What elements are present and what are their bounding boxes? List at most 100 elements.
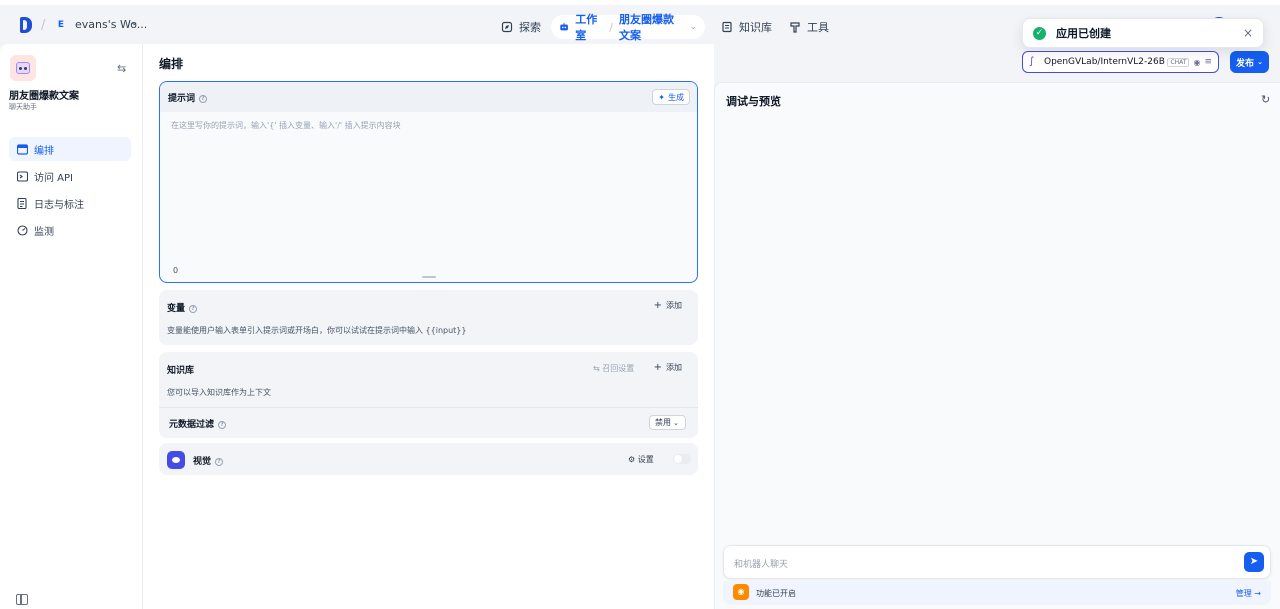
metadata-filter-value: 禁用	[655, 418, 671, 427]
generate-label: 生成	[668, 92, 684, 102]
terminal-icon	[17, 170, 28, 182]
send-icon: ➤	[1249, 556, 1259, 567]
breadcrumb-separator: /	[41, 18, 46, 33]
recall-settings-button[interactable]: ⇆ 召回设置	[593, 363, 634, 374]
nav-studio[interactable]: 工作室 / 朋友圈爆款文案 ⌄	[551, 13, 705, 42]
sidebar-item-label: 监测	[34, 226, 54, 238]
sidebar-collapse-icon[interactable]	[16, 594, 28, 605]
feature-status: 功能已开启	[756, 589, 796, 598]
debug-preview-panel: 调试与预览 ↻ 和机器人聊天 ➤ ◉ 功能已开启 管理 →	[714, 82, 1280, 609]
hammer-icon	[790, 22, 800, 33]
resize-handle[interactable]	[422, 276, 436, 278]
plus-icon: +	[653, 362, 662, 373]
publish-button[interactable]: 发布 ⌄	[1230, 51, 1269, 73]
sparkle-icon: ✦	[658, 92, 665, 102]
help-icon[interactable]: ?	[218, 420, 227, 429]
eye-icon	[167, 451, 185, 469]
book-icon	[722, 21, 732, 33]
sliders-icon: ⇆	[593, 364, 603, 373]
chevron-down-icon[interactable]: ⌄	[689, 22, 697, 32]
sliders-icon[interactable]: ≡	[1204, 57, 1212, 67]
gear-icon: ⚙	[628, 455, 638, 464]
monitor-icon	[17, 224, 28, 236]
prompt-placeholder[interactable]: 在这里写你的提示词，输入'{' 插入变量、输入'/' 插入提示内容块	[171, 120, 401, 131]
plus-icon: +	[653, 300, 662, 311]
add-knowledge-button[interactable]: + 添加	[654, 362, 682, 373]
help-icon[interactable]: ?	[215, 457, 224, 466]
workspace-badge[interactable]: E	[54, 18, 68, 32]
robot-icon	[16, 62, 30, 74]
debug-title: 调试与预览	[726, 95, 781, 108]
log-icon	[17, 197, 27, 209]
editor-panel: 编排 提示词? ✦ 生成 在这里写你的提示词，输入'{' 插入变量、输入'/' …	[143, 44, 714, 609]
app-type: 聊天助手	[9, 103, 37, 111]
vision-title-text: 视觉	[193, 457, 212, 467]
chevron-down-icon: ⌄	[1257, 58, 1263, 66]
check-circle-icon: ✓	[1033, 26, 1046, 40]
toast-message: 应用已创建	[1056, 27, 1111, 40]
vision-toggle[interactable]	[673, 454, 691, 464]
success-toast: ✓ 应用已创建 ×	[1022, 18, 1264, 48]
chevron-down-icon[interactable]: ⌄	[130, 17, 138, 28]
page-title: 编排	[159, 57, 184, 71]
nav-knowledge-label: 知识库	[739, 21, 772, 34]
close-icon[interactable]: ×	[1243, 26, 1253, 40]
recall-label: 召回设置	[602, 364, 635, 373]
refresh-icon[interactable]: ↻	[1261, 93, 1270, 106]
variables-description: 变量能使用户输入表单引入提示词或开场白，你可以试试在提示词中输入 {{input…	[167, 326, 467, 335]
vision-settings-button[interactable]: ⚙ 设置	[628, 454, 654, 465]
manage-label: 管理	[1235, 589, 1252, 598]
model-mode-badge: CHAT	[1167, 57, 1190, 67]
variables-card: 变量? + 添加 变量能使用户输入表单引入提示词或开场白，你可以试试在提示词中输入…	[159, 290, 698, 345]
knowledge-description: 您可以导入知识库作为上下文	[167, 388, 271, 397]
sidebar-item-label: 访问 API	[34, 172, 73, 184]
app-name: 朋友圈爆款文案	[9, 91, 79, 102]
metadata-filter-label: 元数据过滤?	[169, 417, 227, 430]
variables-title: 变量?	[167, 301, 198, 314]
nav-tools[interactable]: 工具	[789, 15, 829, 39]
breadcrumb-separator: /	[609, 20, 613, 34]
prompt-label: 提示词?	[168, 91, 208, 104]
nav-explore[interactable]: 探索	[501, 15, 541, 39]
sidebar-item-logs[interactable]: 日志与标注	[9, 191, 131, 215]
publish-label: 发布	[1236, 58, 1255, 69]
feature-bar: ◉ 功能已开启 管理 →	[723, 581, 1271, 605]
nav-studio-label: 工作室	[575, 13, 598, 42]
knowledge-title: 知识库	[167, 366, 195, 376]
send-button[interactable]: ➤	[1244, 552, 1264, 572]
chevron-down-icon: ⌄	[673, 419, 679, 427]
manage-link[interactable]: 管理 →	[1236, 588, 1261, 599]
nav-knowledge[interactable]: 知识库	[721, 15, 772, 39]
help-icon[interactable]: ?	[199, 94, 208, 103]
model-name: OpenGVLab/InternVL2-26B	[1044, 57, 1165, 67]
sidebar: ⇆ 朋友圈爆款文案 聊天助手 编排 访问 API 日志与标注 监测	[0, 44, 143, 609]
chat-input[interactable]: 和机器人聊天 ➤	[723, 545, 1271, 579]
current-app-crumb[interactable]: 朋友圈爆款文案	[619, 11, 684, 43]
help-icon[interactable]: ?	[189, 304, 198, 313]
model-selector[interactable]: ∫ OpenGVLab/InternVL2-26B CHAT ◉ ≡	[1022, 51, 1219, 73]
sidebar-item-label: 编排	[34, 145, 54, 157]
prompt-editor[interactable]: 提示词? ✦ 生成 在这里写你的提示词，输入'{' 插入变量、输入'/' 插入提…	[159, 81, 698, 283]
nav-explore-label: 探索	[519, 21, 541, 34]
variables-title-text: 变量	[167, 304, 186, 314]
prompt-header: 提示词? ✦ 生成	[160, 82, 697, 112]
generate-button[interactable]: ✦ 生成	[652, 89, 690, 105]
settings-sliders-icon[interactable]: ⇆	[117, 62, 129, 75]
nav-tools-label: 工具	[807, 21, 829, 34]
prompt-label-text: 提示词	[168, 94, 196, 104]
sidebar-item-api[interactable]: 访问 API	[9, 164, 131, 188]
vision-card: 视觉? ⚙ 设置	[159, 443, 698, 475]
sidebar-item-label: 日志与标注	[34, 199, 84, 211]
prompt-char-count: 0	[173, 266, 179, 275]
metadata-filter-select[interactable]: 禁用 ⌄	[649, 415, 686, 430]
sidebar-item-monitor[interactable]: 监测	[9, 218, 131, 242]
add-label: 添加	[666, 363, 682, 372]
compass-icon	[501, 21, 513, 33]
divider	[159, 407, 698, 408]
feature-icon: ◉	[733, 584, 749, 600]
sidebar-item-orchestrate[interactable]: 编排	[9, 137, 131, 161]
add-label: 添加	[666, 301, 682, 310]
add-variable-button[interactable]: + 添加	[654, 300, 682, 311]
metadata-filter-text: 元数据过滤	[169, 420, 215, 430]
app-logo[interactable]	[20, 17, 32, 33]
